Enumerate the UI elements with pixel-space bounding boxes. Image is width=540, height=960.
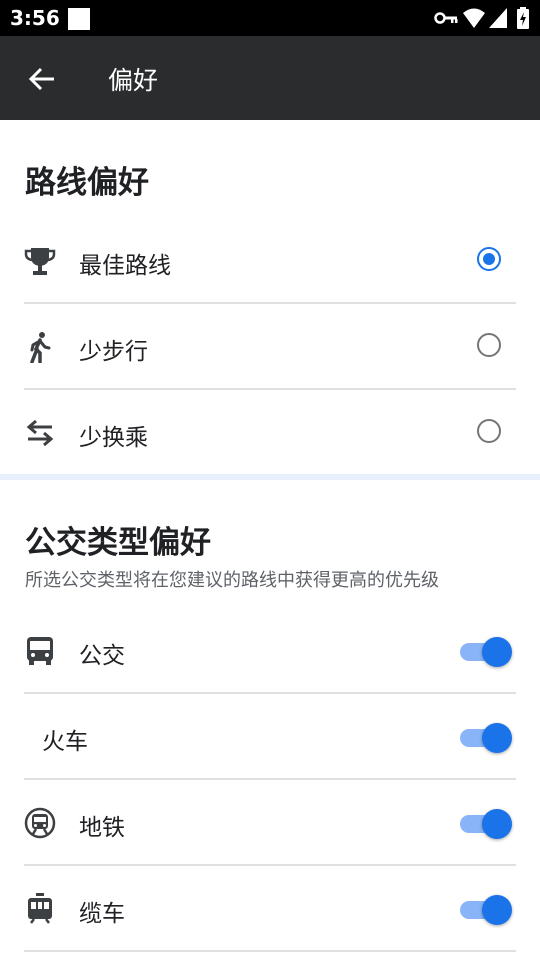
app-bar: 偏好 [0,36,540,120]
transit-type-train[interactable]: 火车 [0,694,540,780]
battery-charging-icon [517,7,529,29]
route-option-best[interactable]: 最佳路线 [0,218,540,304]
section-separator [0,474,540,480]
transfer-icon [26,419,54,447]
transit-type-bus[interactable]: 公交 [0,608,540,694]
radio-button[interactable] [477,333,501,357]
transit-type-subway[interactable]: 地铁 [0,780,540,866]
status-time: 3:56 [10,6,60,30]
notification-icon [68,8,90,30]
transit-preference-title: 公交类型偏好 [25,525,211,561]
route-option-less-walking[interactable]: 少步行 [0,304,540,390]
route-option-fewer-transfers[interactable]: 少换乘 [0,390,540,476]
subway-icon [24,807,56,839]
walk-icon [30,332,51,363]
transit-preference-subtitle: 所选公交类型将在您建议的路线中获得更高的优先级 [25,570,439,591]
radio-button-selected[interactable] [477,247,501,271]
transit-type-label: 地铁 [79,815,125,841]
route-option-label: 最佳路线 [79,253,171,279]
transit-type-label: 缆车 [79,901,125,927]
transit-type-label: 公交 [79,643,125,669]
toggle-switch-on[interactable] [460,723,514,753]
page-title: 偏好 [108,66,159,95]
signal-icon [489,8,507,28]
radio-button[interactable] [477,419,501,443]
cable-car-icon [28,893,52,924]
toggle-switch-on[interactable] [460,809,514,839]
route-option-label: 少步行 [79,339,148,365]
divider [24,950,516,952]
transit-type-cable-car[interactable]: 缆车 [0,866,540,952]
route-option-label: 少换乘 [79,425,148,451]
bus-icon [27,637,53,665]
toggle-switch-on[interactable] [460,895,514,925]
route-preference-title: 路线偏好 [25,165,149,201]
trophy-icon [24,248,56,275]
toggle-switch-on[interactable] [460,637,514,667]
wifi-icon [463,8,485,28]
status-bar: 3:56 [0,0,540,36]
back-arrow-icon[interactable] [26,63,58,95]
transit-type-label: 火车 [42,729,88,755]
vpn-key-icon [434,12,458,24]
